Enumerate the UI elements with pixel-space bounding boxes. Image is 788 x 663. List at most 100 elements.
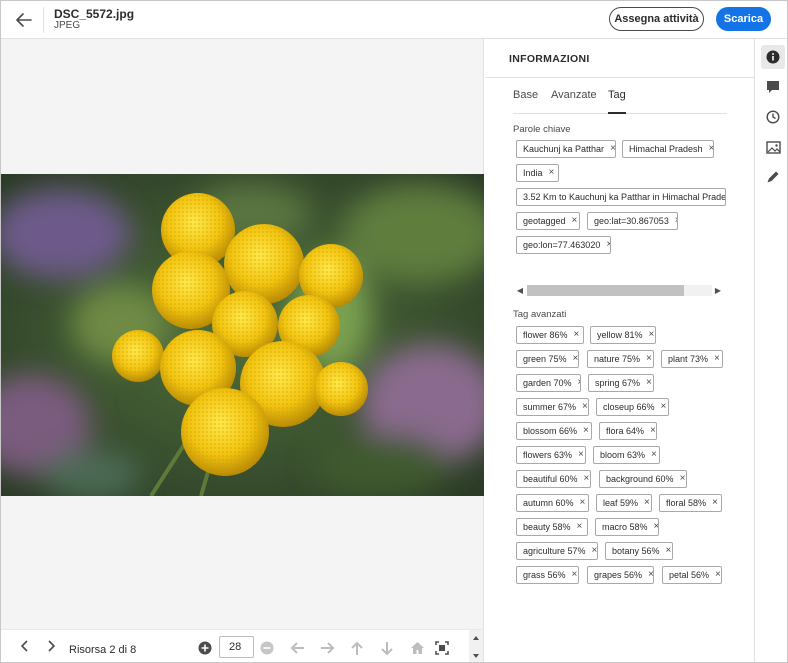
keyword-tag: geo:lat=30.867053×	[587, 212, 678, 230]
remove-tag-icon[interactable]: ×	[675, 216, 677, 226]
renditions-button[interactable]	[761, 135, 785, 159]
keywords-label: Parole chiave	[513, 124, 571, 135]
remove-tag-icon[interactable]: ×	[661, 402, 667, 412]
smart-tag: bloom 63% ×	[593, 446, 660, 464]
tab-advanced[interactable]: Avanzate	[551, 89, 597, 113]
timeline-button[interactable]	[761, 105, 785, 129]
download-button[interactable]: Scarica	[716, 7, 771, 31]
header-bar: DSC_5572.jpg JPEG Assegna attività Scari…	[1, 1, 787, 39]
zoom-in-icon	[198, 641, 212, 655]
home-icon	[410, 642, 424, 654]
keyword-tag: 3.52 Km to Kauchunj ka Patthar in Himach…	[516, 188, 726, 206]
viewer-toolbar: Risorsa 2 di 8	[1, 629, 484, 662]
panel-title: INFORMAZIONI	[509, 53, 590, 65]
remove-tag-icon[interactable]: ×	[654, 522, 658, 532]
resource-counter: Risorsa 2 di 8	[69, 644, 137, 656]
remove-tag-icon[interactable]: ×	[580, 498, 586, 508]
remove-tag-icon[interactable]: ×	[582, 402, 588, 412]
info-button[interactable]	[761, 45, 785, 69]
remove-tag-icon[interactable]: ×	[574, 330, 580, 340]
smart-tag: beauty 58% ×	[516, 518, 588, 536]
smart-tag: yellow 81% ×	[590, 326, 656, 344]
pan-down-button[interactable]	[379, 640, 395, 656]
smart-tag: flowers 63% ×	[516, 446, 586, 464]
smart-tag: botany 56% ×	[605, 542, 673, 560]
smart-tag: leaf 59% ×	[596, 494, 652, 512]
header-divider	[43, 7, 44, 33]
remove-tag-icon[interactable]: ×	[648, 570, 653, 580]
viewer-scrollbar[interactable]	[469, 630, 483, 662]
zoom-out-button[interactable]	[259, 640, 275, 656]
scroll-thumb[interactable]	[527, 285, 684, 296]
tab-tags[interactable]: Tag	[608, 89, 626, 114]
history-icon	[766, 110, 780, 124]
scroll-left-icon[interactable]: ◀	[515, 284, 525, 296]
remove-tag-icon[interactable]: ×	[572, 216, 578, 226]
smart-tag: green 75% ×	[516, 350, 579, 368]
keywords-scrollbar[interactable]: ◀ ▶	[513, 281, 726, 297]
remove-tag-icon[interactable]: ×	[714, 354, 720, 364]
annotate-button[interactable]	[761, 165, 785, 189]
assign-task-button[interactable]: Assegna attività	[609, 7, 704, 31]
smart-tag: beautiful 60% ×	[516, 470, 591, 488]
arrow-left-icon	[290, 642, 304, 654]
remove-tag-icon[interactable]: ×	[578, 450, 584, 460]
keyword-tag: geotagged ×	[516, 212, 580, 230]
next-asset-button[interactable]	[44, 639, 58, 653]
remove-tag-icon[interactable]: ×	[573, 354, 578, 364]
remove-tag-icon[interactable]: ×	[715, 570, 721, 580]
remove-tag-icon[interactable]: ×	[610, 144, 615, 154]
remove-tag-icon[interactable]: ×	[649, 330, 655, 340]
remove-tag-icon[interactable]: ×	[666, 546, 672, 556]
remove-tag-icon[interactable]: ×	[549, 168, 555, 178]
smart-tag: flora 64% ×	[599, 422, 657, 440]
remove-tag-icon[interactable]: ×	[584, 474, 590, 484]
previous-asset-button[interactable]	[18, 639, 32, 653]
comment-icon	[767, 81, 779, 93]
scroll-down-icon	[473, 654, 479, 658]
remove-tag-icon[interactable]: ×	[650, 426, 656, 436]
arrow-right-icon	[320, 642, 334, 654]
keyword-tag: Himachal Pradesh ×	[622, 140, 714, 158]
smart-tag: macro 58% ×	[595, 518, 659, 536]
back-button[interactable]	[13, 9, 35, 31]
smart-tag: garden 70%×	[516, 374, 581, 392]
remove-tag-icon[interactable]: ×	[646, 378, 652, 388]
remove-tag-icon[interactable]: ×	[572, 570, 578, 580]
info-icon	[766, 50, 780, 64]
remove-tag-icon[interactable]: ×	[583, 426, 589, 436]
side-rail	[756, 39, 787, 662]
pan-right-button[interactable]	[319, 640, 335, 656]
pan-left-button[interactable]	[289, 640, 305, 656]
smart-tag: flower 86% ×	[516, 326, 584, 344]
remove-tag-icon[interactable]: ×	[651, 450, 657, 460]
advanced-tags-label: Tag avanzati	[513, 309, 567, 320]
remove-tag-icon[interactable]: ×	[577, 522, 583, 532]
remove-tag-icon[interactable]: ×	[712, 498, 718, 508]
remove-tag-icon[interactable]: ×	[646, 354, 652, 364]
zoom-level-input[interactable]	[219, 636, 254, 658]
pan-up-button[interactable]	[349, 640, 365, 656]
smart-tag: agriculture 57% ×	[516, 542, 598, 560]
remove-tag-icon[interactable]: ×	[709, 144, 713, 154]
smart-tag: closeup 66% ×	[596, 398, 669, 416]
zoom-in-button[interactable]	[197, 640, 213, 656]
smart-tag: floral 58% ×	[659, 494, 722, 512]
comments-button[interactable]	[761, 75, 785, 99]
remove-tag-icon[interactable]: ×	[606, 240, 610, 250]
home-button[interactable]	[409, 640, 425, 656]
keyword-tag: geo:lon=77.463020×	[516, 236, 611, 254]
arrow-left-icon	[16, 13, 32, 27]
file-name: DSC_5572.jpg	[54, 7, 135, 21]
smart-tag: summer 67% ×	[516, 398, 589, 416]
fit-screen-button[interactable]	[434, 640, 450, 656]
scroll-right-icon[interactable]: ▶	[713, 284, 723, 296]
remove-tag-icon[interactable]: ×	[578, 378, 580, 388]
remove-tag-icon[interactable]: ×	[592, 546, 597, 556]
keyword-tag: Kauchunj ka Patthar ×	[516, 140, 616, 158]
remove-tag-icon[interactable]: ×	[680, 474, 686, 484]
file-type: JPEG	[54, 20, 81, 31]
tab-base[interactable]: Base	[513, 89, 538, 113]
remove-tag-icon[interactable]: ×	[644, 498, 650, 508]
smart-tag: grapes 56% ×	[587, 566, 654, 584]
